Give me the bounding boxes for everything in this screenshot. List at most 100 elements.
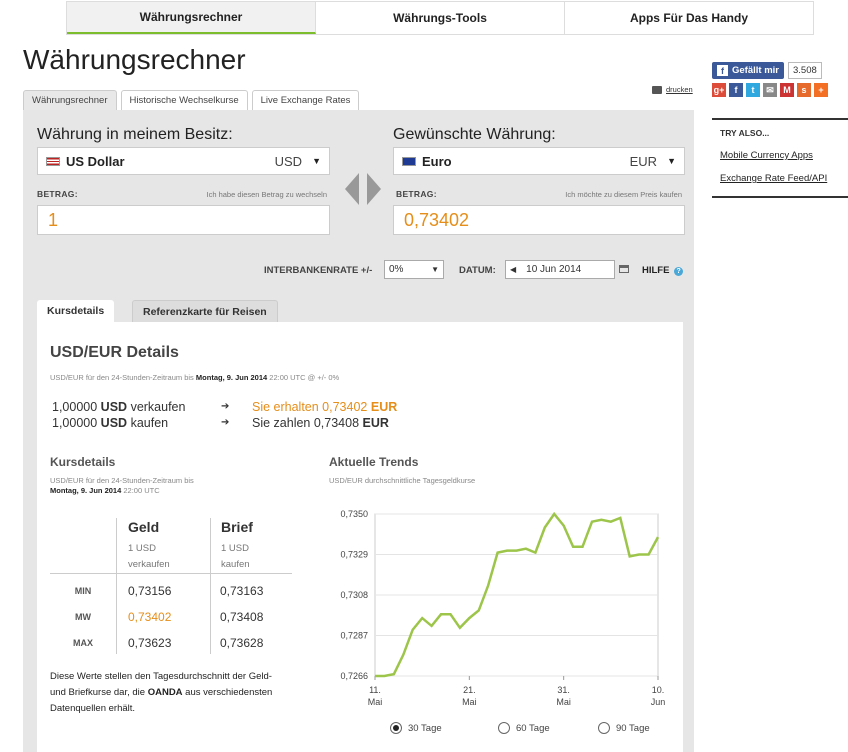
- range-radios: 30 Tage 60 Tage 90 Tage: [390, 722, 650, 734]
- more-share-icon[interactable]: +: [814, 83, 828, 97]
- from-currency-select[interactable]: US Dollar USD ▼: [37, 147, 330, 175]
- to-currency-code: EUR: [629, 153, 658, 169]
- x-tick-label: 11.: [369, 685, 381, 695]
- note-brand: OANDA: [147, 687, 183, 698]
- calendar-icon[interactable]: [619, 265, 629, 273]
- rate-results: Sie erhalten 0,73402 EUR Sie zahlen 0,73…: [252, 399, 397, 431]
- tab-referenzkarte[interactable]: Referenzkarte für Reisen: [132, 300, 278, 322]
- tab-kursdetails[interactable]: Kursdetails: [37, 300, 115, 322]
- x-tick-label: Mai: [368, 697, 383, 707]
- row-label: MAX: [73, 638, 93, 648]
- from-amount-label: BETRAG:: [37, 189, 78, 199]
- tab-live-rates[interactable]: Live Exchange Rates: [251, 90, 360, 110]
- tab-historische[interactable]: Historische Wechselkurse: [120, 90, 248, 110]
- radio-30[interactable]: 30 Tage: [390, 722, 498, 734]
- radio-90[interactable]: 90 Tage: [598, 722, 650, 734]
- date-input[interactable]: ◀ 10 Jun 2014: [505, 260, 615, 279]
- print-link[interactable]: drucken: [652, 85, 693, 94]
- printer-icon: [652, 85, 662, 94]
- to-label: Gewünschte Währung:: [393, 126, 556, 143]
- help-link[interactable]: HILFE ?: [642, 265, 684, 276]
- link-feed-api[interactable]: Exchange Rate Feed/API: [720, 173, 848, 184]
- arrow-right-icon: ➔: [221, 417, 230, 428]
- help-icon: ?: [674, 267, 684, 276]
- from-label: Währung in meinem Besitz:: [37, 126, 233, 143]
- from-amount-hint: Ich habe diesen Betrag zu wechseln: [206, 190, 328, 199]
- trends-heading: Aktuelle Trends: [329, 455, 419, 469]
- brief-sub1: 1 USD: [221, 543, 249, 554]
- to-amount-input[interactable]: 0,73402: [393, 205, 685, 235]
- buy-result: Sie zahlen 0,73408: [252, 416, 360, 430]
- y-tick-label: 0,7329: [340, 550, 368, 560]
- brief-value: 0,73408: [220, 610, 264, 624]
- brief-value: 0,73163: [220, 584, 264, 598]
- link-mobile-apps[interactable]: Mobile Currency Apps: [720, 150, 848, 161]
- to-currency-select[interactable]: Euro EUR ▼: [393, 147, 685, 175]
- y-tick-label: 0,7266: [340, 671, 368, 681]
- sell-amt: 1,00000: [52, 400, 98, 414]
- sell-result-cur: EUR: [370, 400, 398, 414]
- facebook-like-button[interactable]: f Gefällt mir: [712, 62, 784, 79]
- help-label: HILFE: [642, 265, 670, 276]
- period-suffix: 22:00 UTC @ +/- 0%: [269, 373, 340, 382]
- gmail-icon[interactable]: M: [780, 83, 794, 97]
- geld-value: 0,73402: [128, 610, 172, 624]
- stumbleupon-icon[interactable]: s: [797, 83, 811, 97]
- tab-waehrungsrechner[interactable]: Währungsrechner: [23, 90, 117, 110]
- try-also-box: TRY ALSO... Mobile Currency Apps Exchang…: [712, 118, 848, 198]
- swap-icon[interactable]: [345, 173, 381, 205]
- arrow-right-icon: ➔: [221, 401, 230, 412]
- page-title: Währungsrechner: [23, 44, 246, 75]
- sell-result: Sie erhalten 0,73402: [252, 400, 368, 414]
- y-tick-label: 0,7287: [340, 631, 368, 641]
- radio-label: 30 Tage: [408, 722, 442, 734]
- googleplus-icon[interactable]: g+: [712, 83, 726, 97]
- arrow-icons: ➔ ➔: [221, 399, 229, 431]
- rate-summary: 1,00000 USD verkaufen 1,00000 USD kaufen: [52, 399, 185, 431]
- from-amount-input[interactable]: 1: [37, 205, 330, 235]
- date-value: 10 Jun 2014: [526, 264, 582, 275]
- from-currency-code: USD: [274, 153, 303, 169]
- facebook-share-icon[interactable]: f: [729, 83, 743, 97]
- geld-value: 0,73623: [128, 636, 172, 650]
- twitter-icon[interactable]: t: [746, 83, 760, 97]
- y-tick-label: 0,7350: [340, 509, 368, 519]
- geld-value: 0,73156: [128, 584, 172, 598]
- buy-cur: USD: [100, 416, 128, 430]
- subtabs: Währungsrechner Historische Wechselkurse…: [23, 90, 360, 110]
- period-prefix: USD/EUR für den 24-Stunden-Zeitraum bis: [50, 373, 194, 382]
- date-label: DATUM:: [459, 265, 496, 276]
- nav-waehrungsrechner[interactable]: Währungsrechner: [67, 2, 316, 34]
- rate-value: 0%: [389, 264, 404, 275]
- x-tick-label: 10.: [652, 685, 665, 695]
- to-currency-name: Euro: [422, 153, 452, 169]
- brief-value: 0,73628: [220, 636, 264, 650]
- chevron-down-icon: ▼: [431, 265, 439, 274]
- radio-label: 90 Tage: [616, 722, 650, 734]
- nav-waehrungs-tools[interactable]: Währungs-Tools: [316, 2, 565, 34]
- details-heading: USD/EUR Details: [50, 344, 179, 361]
- buy-result-cur: EUR: [362, 416, 389, 430]
- facebook-icon: f: [717, 65, 728, 76]
- trends-sub: USD/EUR durchschnittliche Tagesgeldkurse: [329, 476, 476, 485]
- rate-select[interactable]: 0% ▼: [384, 260, 444, 279]
- x-tick-label: 21.: [463, 685, 476, 695]
- row-label: MIN: [74, 586, 92, 596]
- geld-sub2: verkaufen: [128, 559, 170, 570]
- like-label: Gefällt mir: [732, 65, 779, 76]
- col-geld: Geld: [128, 519, 160, 535]
- kurs-note: Diese Werte stellen den Tagesdurchschnit…: [50, 669, 290, 717]
- chevron-down-icon: ▼: [312, 156, 321, 166]
- radio-60[interactable]: 60 Tage: [498, 722, 598, 734]
- prev-date-icon[interactable]: ◀: [510, 265, 516, 274]
- nav-apps[interactable]: Apps Für Das Handy: [565, 2, 813, 34]
- like-count: 3.508: [788, 62, 822, 79]
- email-icon[interactable]: ✉: [763, 83, 777, 97]
- buy-result-row: Sie zahlen 0,73408 EUR: [252, 415, 397, 431]
- rate-label: INTERBANKENRATE +/-: [264, 265, 373, 276]
- radio-icon: [498, 722, 510, 734]
- x-tick-label: Mai: [556, 697, 571, 707]
- geld-sub: 1 USD verkaufen: [128, 541, 170, 573]
- period-date: Montag, 9. Jun 2014: [195, 373, 268, 382]
- buy-row: 1,00000 USD kaufen: [52, 415, 185, 431]
